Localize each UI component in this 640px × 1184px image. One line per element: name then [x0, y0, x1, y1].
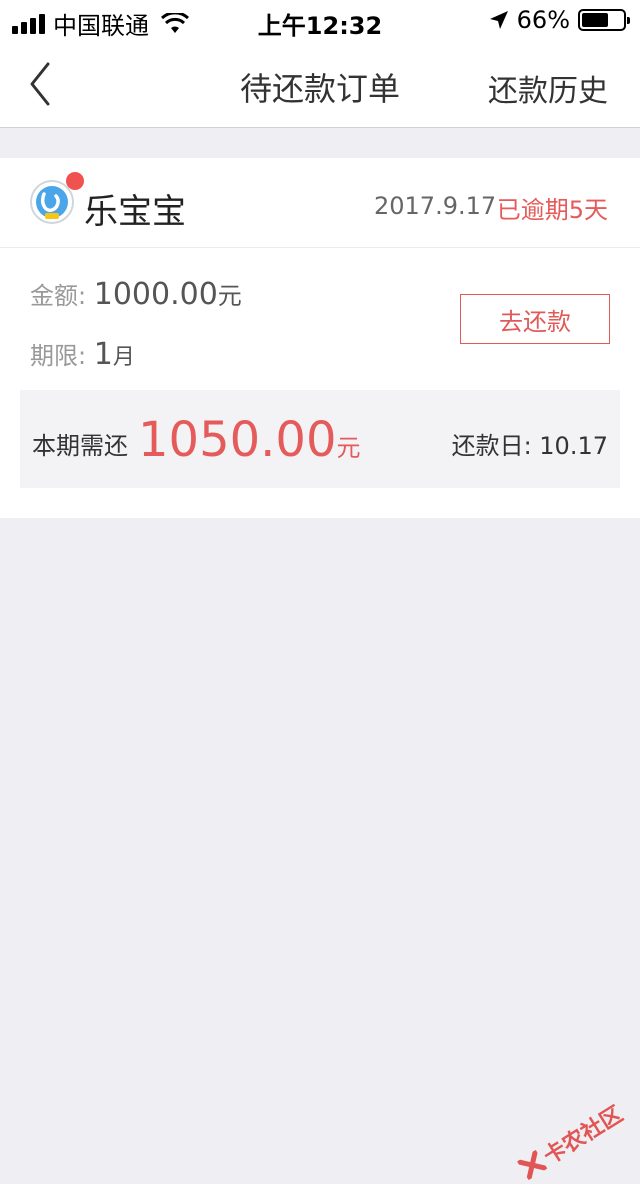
- battery-fill: [582, 13, 608, 27]
- watermark-text: 卡农社区: [536, 1097, 628, 1171]
- order-card-header: 乐宝宝 2017.9.17 已逾期5天: [0, 158, 640, 248]
- amount-label: 金额:: [30, 282, 86, 310]
- due-amount-value: 1050.00: [138, 412, 337, 468]
- due-summary: 本期需还 1050.00元 还款日: 10.17: [20, 390, 620, 488]
- term-value: 1: [94, 337, 113, 372]
- order-card: 乐宝宝 2017.9.17 已逾期5天 金额: 1000.00元 期限: 1月 …: [0, 158, 640, 518]
- location-arrow-icon: [489, 10, 509, 30]
- term-row: 期限: 1月: [30, 336, 135, 372]
- due-amount-unit: 元: [337, 434, 361, 462]
- due-label: 本期需还: [32, 426, 128, 461]
- repay-button[interactable]: 去还款: [460, 294, 610, 344]
- status-bar: 中国联通 上午12:32 66%: [0, 0, 640, 40]
- battery-percent: 66%: [517, 6, 570, 34]
- term-label: 期限:: [30, 342, 86, 370]
- battery-icon: [578, 9, 626, 31]
- status-right: 66%: [489, 6, 626, 34]
- order-date: 2017.9.17: [374, 192, 496, 220]
- watermark: 卡农社区: [514, 1097, 628, 1184]
- overdue-status: 已逾期5天: [497, 190, 608, 225]
- amount-unit: 元: [218, 282, 242, 310]
- repayment-history-link[interactable]: 还款历史: [488, 66, 608, 110]
- due-date: 还款日: 10.17: [452, 426, 608, 461]
- amount-value: 1000.00: [94, 277, 218, 312]
- amount-row: 金额: 1000.00元: [30, 276, 242, 312]
- lender-name: 乐宝宝: [84, 184, 186, 233]
- nav-bar: 待还款订单 还款历史: [0, 40, 640, 128]
- due-amount: 1050.00元: [138, 412, 361, 468]
- term-unit: 月: [113, 345, 135, 370]
- notification-dot: [66, 172, 84, 190]
